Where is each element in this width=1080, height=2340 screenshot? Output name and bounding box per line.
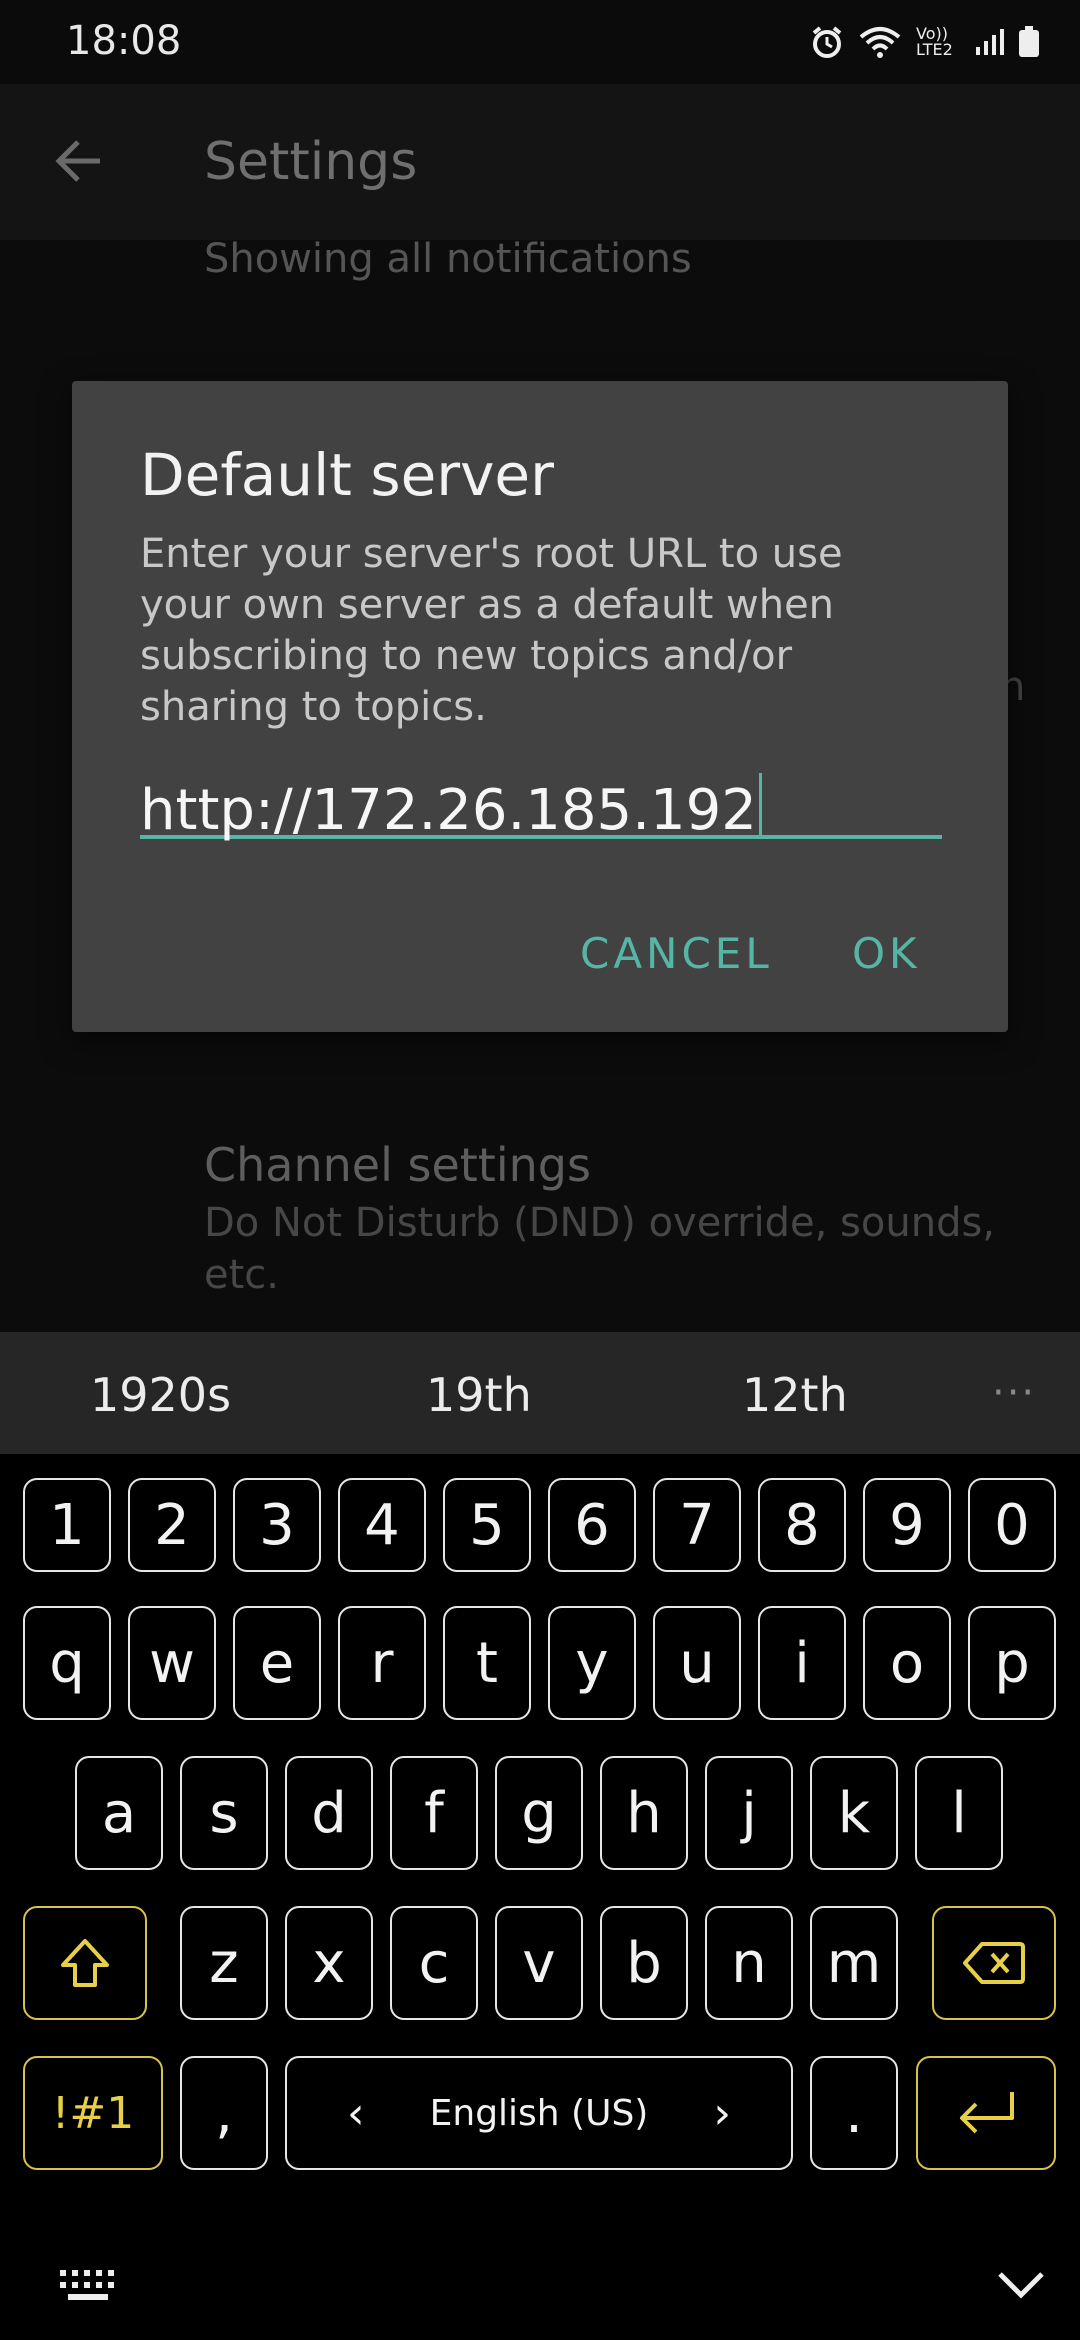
key-a[interactable]: a bbox=[75, 1756, 163, 1870]
key-6[interactable]: 6 bbox=[548, 1478, 636, 1572]
shift-arrow-icon bbox=[61, 1939, 109, 1987]
channel-settings-subtitle-1: Do Not Disturb (DND) override, sounds, bbox=[204, 1200, 996, 1246]
symbols-key[interactable]: !#1 bbox=[23, 2056, 163, 2170]
cancel-button[interactable]: CANCEL bbox=[580, 929, 773, 978]
key-v[interactable]: v bbox=[495, 1906, 583, 2020]
key-8[interactable]: 8 bbox=[758, 1478, 846, 1572]
back-arrow-icon[interactable] bbox=[52, 134, 106, 188]
enter-icon bbox=[960, 2092, 1014, 2134]
key-m[interactable]: m bbox=[810, 1906, 898, 2020]
key-i[interactable]: i bbox=[758, 1606, 846, 1720]
signal-icon bbox=[976, 29, 1004, 55]
channel-settings-subtitle-2: etc. bbox=[204, 1252, 279, 1298]
key-y[interactable]: y bbox=[548, 1606, 636, 1720]
key-s[interactable]: s bbox=[180, 1756, 268, 1870]
default-server-dialog: Default server Enter your server's root … bbox=[72, 381, 1008, 1032]
key-r[interactable]: r bbox=[338, 1606, 426, 1720]
key-f[interactable]: f bbox=[390, 1756, 478, 1870]
more-suggestions-icon[interactable]: ··· bbox=[992, 1370, 1036, 1416]
server-url-value[interactable]: http://172.26.185.192 bbox=[140, 773, 762, 843]
suggestion-bar: 1920s 19th 12th ··· bbox=[0, 1332, 1080, 1454]
hide-keyboard-chevron-icon[interactable] bbox=[996, 2270, 1046, 2300]
status-icons: Vo)) LTE2 bbox=[810, 22, 1040, 62]
wifi-icon bbox=[859, 27, 901, 58]
key-7[interactable]: 7 bbox=[653, 1478, 741, 1572]
key-1[interactable]: 1 bbox=[23, 1478, 111, 1572]
key-4[interactable]: 4 bbox=[338, 1478, 426, 1572]
key-g[interactable]: g bbox=[495, 1756, 583, 1870]
navigation-bar bbox=[0, 2230, 1080, 2340]
space-language-label: English (US) bbox=[429, 2092, 649, 2134]
key-9[interactable]: 9 bbox=[863, 1478, 951, 1572]
page-title: Settings bbox=[204, 132, 418, 192]
key-2[interactable]: 2 bbox=[128, 1478, 216, 1572]
key-q[interactable]: q bbox=[23, 1606, 111, 1720]
key-k[interactable]: k bbox=[810, 1756, 898, 1870]
key-b[interactable]: b bbox=[600, 1906, 688, 2020]
suggestion-2[interactable]: 19th bbox=[426, 1368, 532, 1422]
key-3[interactable]: 3 bbox=[233, 1478, 321, 1572]
text-caret bbox=[758, 773, 762, 839]
dialog-title: Default server bbox=[140, 441, 554, 509]
battery-icon bbox=[1019, 26, 1039, 57]
shift-key[interactable] bbox=[23, 1906, 147, 2020]
key-5[interactable]: 5 bbox=[443, 1478, 531, 1572]
key-j[interactable]: j bbox=[705, 1756, 793, 1870]
key-l[interactable]: l bbox=[915, 1756, 1003, 1870]
period-key[interactable]: . bbox=[810, 2056, 898, 2170]
volte-icon: Vo)) LTE2 bbox=[916, 24, 953, 59]
channel-settings-title[interactable]: Channel settings bbox=[204, 1138, 591, 1192]
keyboard: 1 2 3 4 5 6 7 8 9 0 q w e r t y u i o p … bbox=[0, 1454, 1080, 2340]
language-next-icon: › bbox=[713, 2087, 731, 2139]
key-c[interactable]: c bbox=[390, 1906, 478, 2020]
alarm-icon bbox=[812, 26, 842, 58]
backspace-icon bbox=[963, 1942, 1025, 1984]
status-time: 18:08 bbox=[66, 18, 182, 64]
space-key[interactable]: ‹ English (US) › bbox=[285, 2056, 793, 2170]
suggestion-1[interactable]: 1920s bbox=[90, 1368, 231, 1422]
server-url-text: http://172.26.185.192 bbox=[140, 778, 757, 843]
key-0[interactable]: 0 bbox=[968, 1478, 1056, 1572]
key-n[interactable]: n bbox=[705, 1906, 793, 2020]
dialog-message: Enter your server's root URL to use your… bbox=[140, 531, 843, 730]
key-z[interactable]: z bbox=[180, 1906, 268, 2020]
key-u[interactable]: u bbox=[653, 1606, 741, 1720]
key-t[interactable]: t bbox=[443, 1606, 531, 1720]
key-x[interactable]: x bbox=[285, 1906, 373, 2020]
backspace-key[interactable] bbox=[932, 1906, 1056, 2020]
enter-key[interactable] bbox=[916, 2056, 1056, 2170]
suggestion-3[interactable]: 12th bbox=[742, 1368, 848, 1422]
status-bar: 18:08 Vo)) LTE2 bbox=[0, 0, 1080, 84]
notifications-subtitle: Showing all notifications bbox=[204, 236, 692, 282]
key-o[interactable]: o bbox=[863, 1606, 951, 1720]
key-e[interactable]: e bbox=[233, 1606, 321, 1720]
key-p[interactable]: p bbox=[968, 1606, 1056, 1720]
key-h[interactable]: h bbox=[600, 1756, 688, 1870]
key-d[interactable]: d bbox=[285, 1756, 373, 1870]
comma-key[interactable]: , bbox=[180, 2056, 268, 2170]
language-prev-icon: ‹ bbox=[347, 2087, 365, 2139]
keyboard-toggle-icon[interactable] bbox=[58, 2268, 118, 2302]
ok-button[interactable]: OK bbox=[852, 929, 921, 978]
toolbar: Settings bbox=[0, 84, 1080, 240]
key-w[interactable]: w bbox=[128, 1606, 216, 1720]
